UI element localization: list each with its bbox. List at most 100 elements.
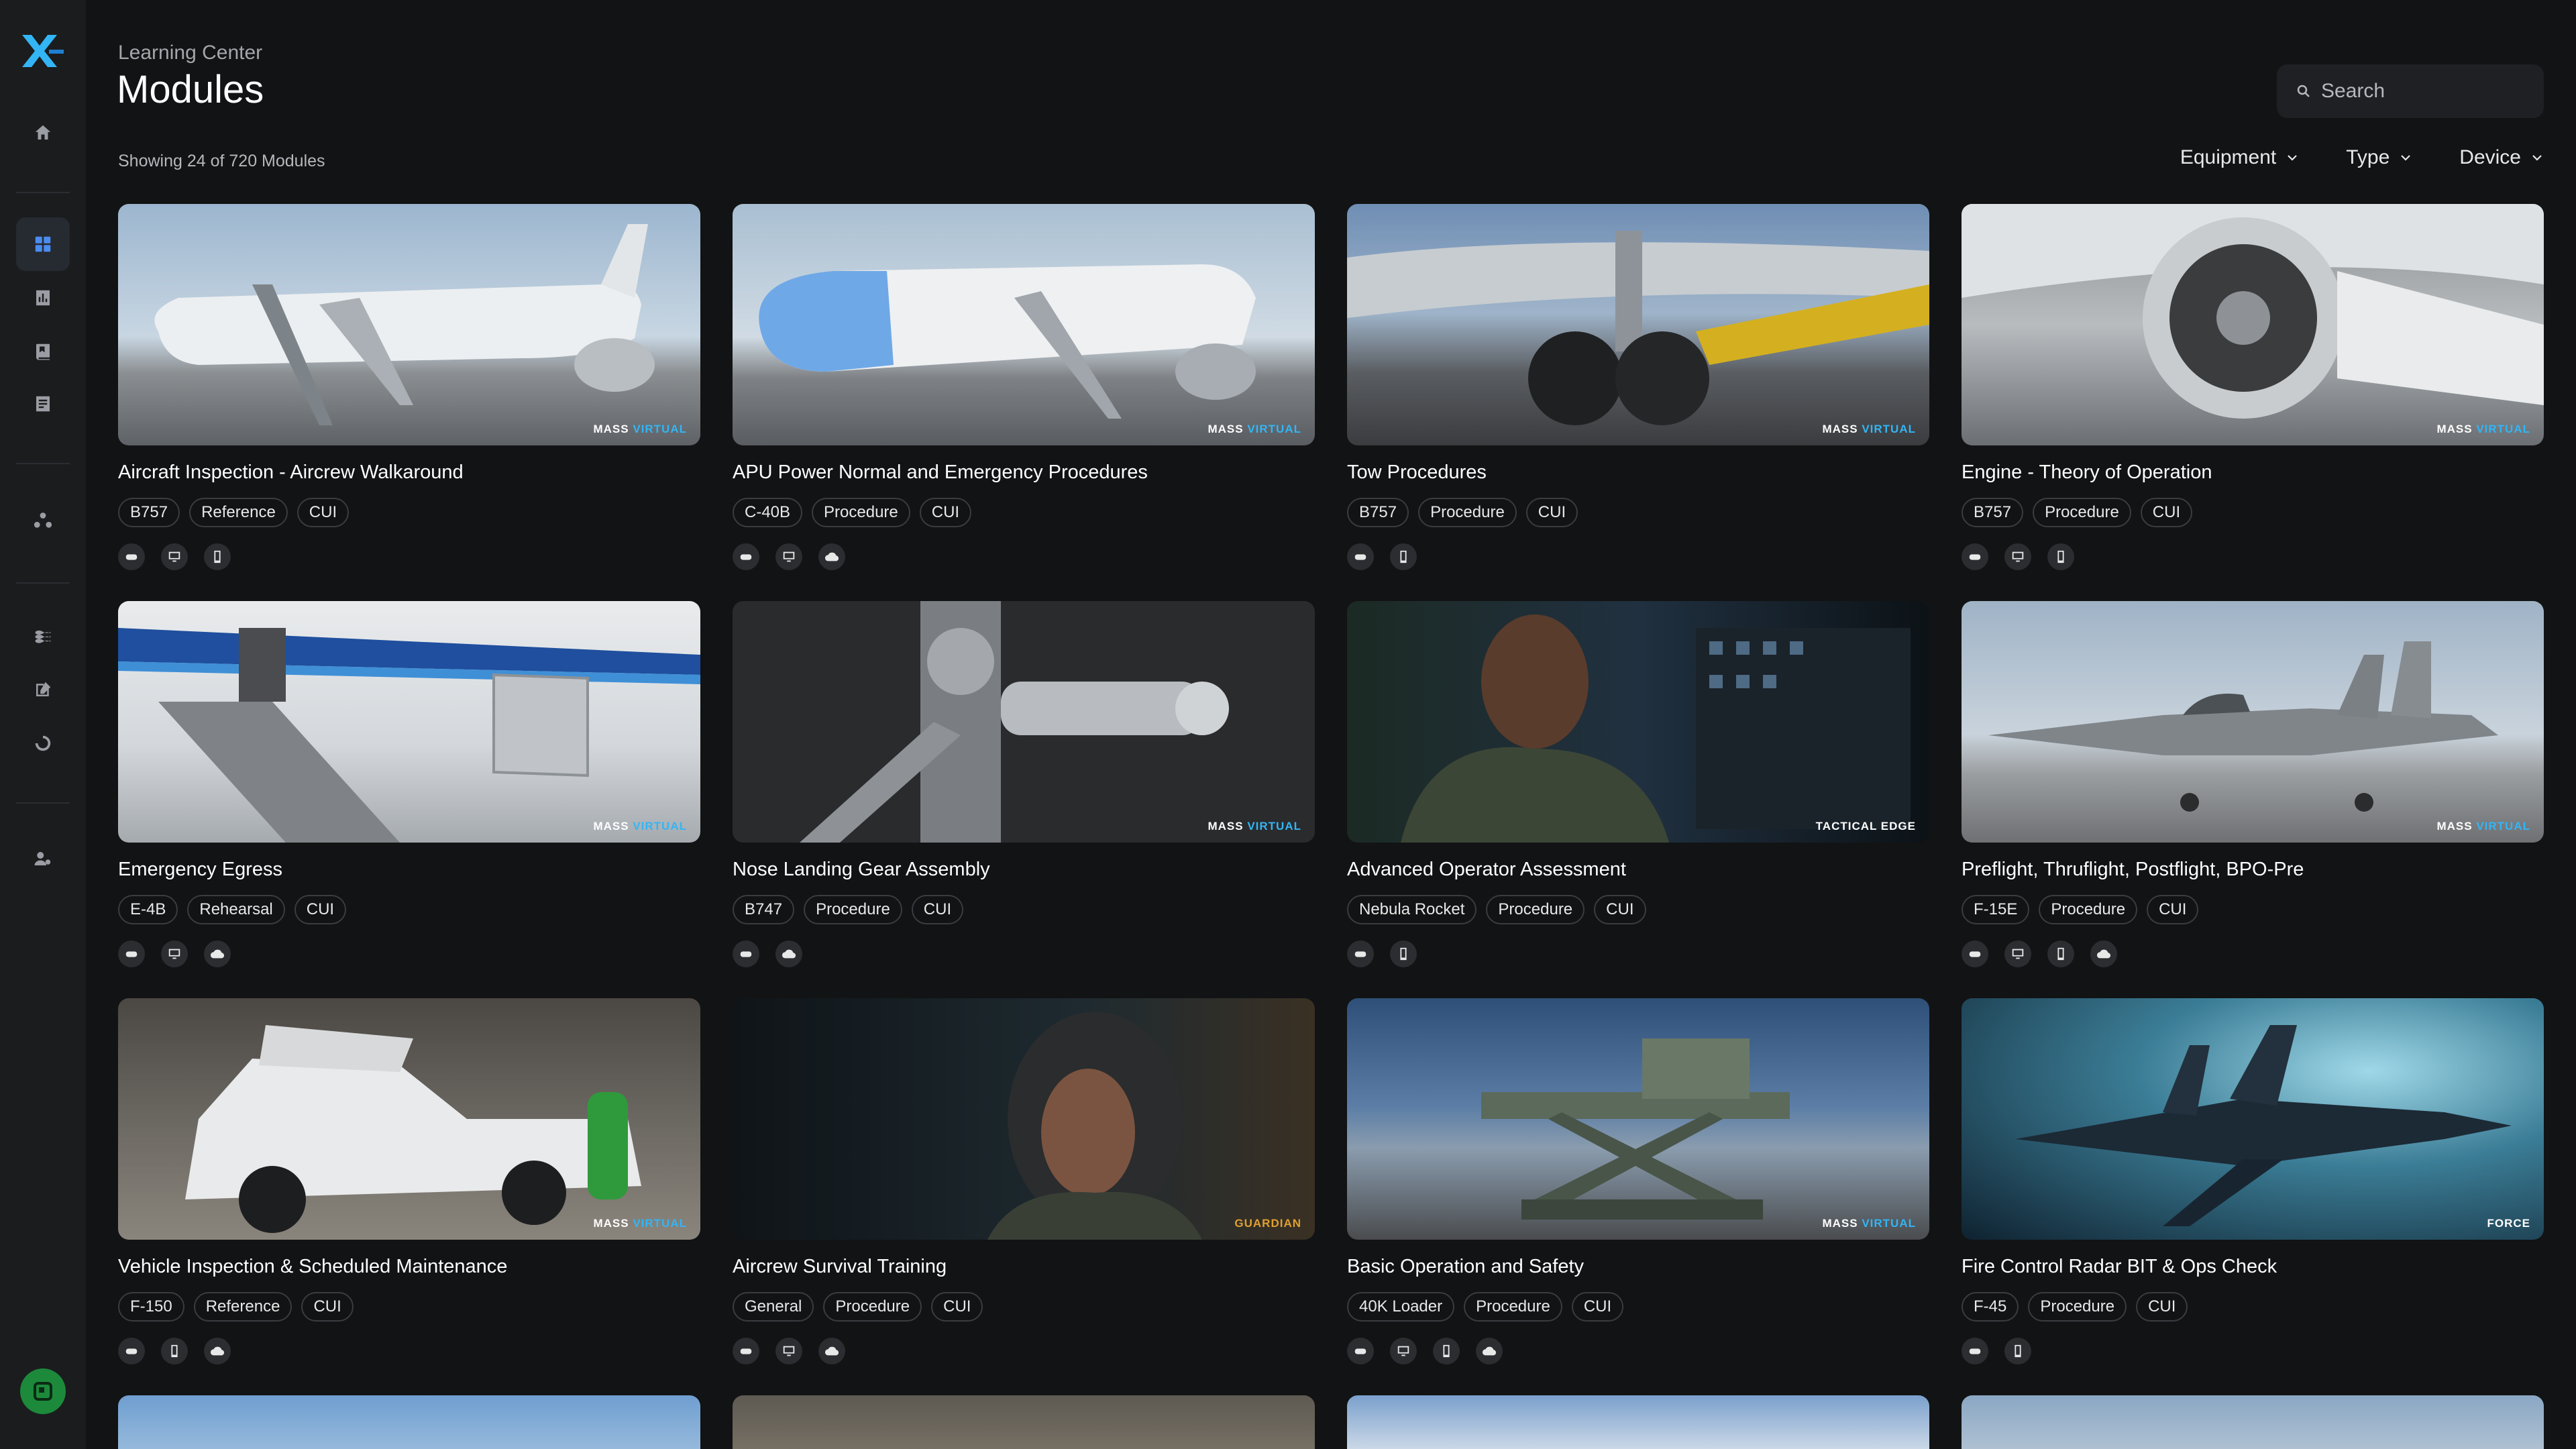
fighter-jet-image xyxy=(1988,641,2498,812)
mobile-icon xyxy=(204,543,231,570)
watermark: MASS VIRTUAL xyxy=(1208,820,1301,833)
module-title: Vehicle Inspection & Scheduled Maintenan… xyxy=(118,1256,508,1277)
search-box[interactable] xyxy=(2277,64,2544,118)
module-thumbnail[interactable]: FORCE xyxy=(1962,998,2544,1240)
module-card[interactable]: MASS VIRTUAL APU Power Normal and Emerge… xyxy=(733,204,1315,601)
mobile-icon xyxy=(2047,941,2074,967)
module-card[interactable]: MASS VIRTUAL Aircraft Inspection - Aircr… xyxy=(118,204,700,601)
cloud-icon xyxy=(204,941,231,967)
tag: CUI xyxy=(1525,498,1578,527)
module-card[interactable]: MASS VIRTUAL Tow Procedures B757 Procedu… xyxy=(1347,204,1929,601)
device-list xyxy=(1962,1338,2544,1364)
layers-icon xyxy=(35,630,51,643)
module-card[interactable]: FORCE Fire Control Radar BIT & Ops Check… xyxy=(1962,998,2544,1395)
user-logo-icon xyxy=(34,1382,52,1401)
module-thumbnail[interactable]: MASS VIRTUAL xyxy=(1962,601,2544,843)
tag: CUI xyxy=(919,498,972,527)
module-title: Nose Landing Gear Assembly xyxy=(733,859,990,880)
cloud-icon xyxy=(818,543,845,570)
module-thumbnail[interactable]: MASS VIRTUAL xyxy=(1347,998,1929,1240)
tag: B747 xyxy=(733,895,795,924)
nav-modules[interactable] xyxy=(16,217,70,271)
module-card[interactable]: MASS VIRTUAL Preflight, Thruflight, Post… xyxy=(1962,601,2544,998)
module-title: Emergency Egress xyxy=(118,859,282,880)
module-title: Aircraft Inspection - Aircrew Walkaround xyxy=(118,462,464,483)
nav-sync[interactable] xyxy=(16,716,70,770)
mobile-icon xyxy=(1390,941,1417,967)
module-title: Preflight, Thruflight, Postflight, BPO-P… xyxy=(1962,859,2304,880)
vr-headset-icon xyxy=(1347,1338,1374,1364)
module-thumbnail[interactable] xyxy=(1347,1395,1929,1449)
nav-network[interactable] xyxy=(16,494,70,547)
mobile-icon xyxy=(1390,543,1417,570)
device-list xyxy=(1347,941,1929,967)
nav-analytics[interactable] xyxy=(16,271,70,325)
nav-documents[interactable] xyxy=(16,377,70,431)
tag: B757 xyxy=(1962,498,2024,527)
home-icon xyxy=(35,125,51,140)
breadcrumb: Learning Center xyxy=(118,42,263,64)
chevron-down-icon xyxy=(2401,155,2411,161)
xr-logo[interactable] xyxy=(19,30,66,70)
search-input[interactable] xyxy=(2321,80,2536,103)
module-thumbnail[interactable]: TACTICAL EDGE xyxy=(1347,601,1929,843)
nav-users[interactable] xyxy=(16,832,70,885)
module-thumbnail[interactable]: MASS VIRTUAL xyxy=(733,204,1315,445)
vr-headset-icon xyxy=(1347,543,1374,570)
vr-headset-icon xyxy=(118,543,145,570)
module-tags: B757 Reference CUI xyxy=(118,498,700,527)
watermark: MASS VIRTUAL xyxy=(1822,1217,1916,1230)
tag: CUI xyxy=(2140,498,2193,527)
vr-headset-icon xyxy=(1962,1338,1988,1364)
desktop-icon xyxy=(161,941,188,967)
tag: F-150 xyxy=(118,1292,184,1322)
network-icon xyxy=(34,513,52,528)
desktop-icon xyxy=(2004,543,2031,570)
cloud-icon xyxy=(2090,941,2117,967)
refresh-icon xyxy=(35,735,51,751)
tag: Procedure xyxy=(2033,498,2131,527)
filter-type[interactable]: Type xyxy=(2346,146,2412,169)
module-card[interactable]: GUARDIAN Aircrew Survival Training Gener… xyxy=(733,998,1315,1395)
nav-home[interactable] xyxy=(16,106,70,160)
module-thumbnail[interactable]: MASS VIRTUAL xyxy=(1962,204,2544,445)
module-title: Advanced Operator Assessment xyxy=(1347,859,1626,880)
module-card[interactable]: MASS VIRTUAL Vehicle Inspection & Schedu… xyxy=(118,998,700,1395)
module-thumbnail[interactable]: MASS VIRTUAL xyxy=(118,998,700,1240)
module-tags: General Procedure CUI xyxy=(733,1292,1315,1322)
search-icon xyxy=(2297,85,2310,97)
module-thumbnail[interactable]: MASS VIRTUAL xyxy=(1347,204,1929,445)
module-thumbnail[interactable]: MASS VIRTUAL xyxy=(118,601,700,843)
module-card[interactable]: TACTICAL EDGE Advanced Operator Assessme… xyxy=(1347,601,1929,998)
module-card[interactable]: MASS VIRTUAL Basic Operation and Safety … xyxy=(1347,998,1929,1395)
module-card[interactable]: MASS VIRTUAL Nose Landing Gear Assembly … xyxy=(733,601,1315,998)
filter-bar: Equipment Type Device xyxy=(2180,146,2544,169)
watermark: MASS VIRTUAL xyxy=(593,1217,687,1230)
nav-library[interactable] xyxy=(16,325,70,378)
vr-headset-icon xyxy=(1347,941,1374,967)
tag: CUI xyxy=(301,1292,354,1322)
nav-edit[interactable] xyxy=(16,663,70,716)
tag: CUI xyxy=(297,498,350,527)
avatar[interactable] xyxy=(20,1368,66,1414)
filter-label: Type xyxy=(2346,146,2390,168)
module-thumbnail[interactable] xyxy=(118,1395,700,1449)
module-card[interactable]: MASS VIRTUAL Engine - Theory of Operatio… xyxy=(1962,204,2544,601)
module-tags: Nebula Rocket Procedure CUI xyxy=(1347,895,1929,924)
module-thumbnail[interactable] xyxy=(733,1395,1315,1449)
device-list xyxy=(1962,543,2544,570)
module-card[interactable]: MASS VIRTUAL Emergency Egress E-4B Rehea… xyxy=(118,601,700,998)
slide-image xyxy=(118,628,700,843)
module-thumbnail[interactable]: MASS VIRTUAL xyxy=(733,601,1315,843)
module-thumbnail[interactable] xyxy=(1962,1395,2544,1449)
tag: CUI xyxy=(1571,1292,1624,1322)
device-list xyxy=(118,941,700,967)
module-thumbnail[interactable]: GUARDIAN xyxy=(733,998,1315,1240)
filter-device[interactable]: Device xyxy=(2459,146,2544,169)
nav-layers[interactable] xyxy=(16,609,70,663)
module-thumbnail[interactable]: MASS VIRTUAL xyxy=(118,204,700,445)
module-tags: F-150 Reference CUI xyxy=(118,1292,700,1322)
tag: General xyxy=(733,1292,814,1322)
cloud-icon xyxy=(1476,1338,1503,1364)
filter-equipment[interactable]: Equipment xyxy=(2180,146,2299,169)
